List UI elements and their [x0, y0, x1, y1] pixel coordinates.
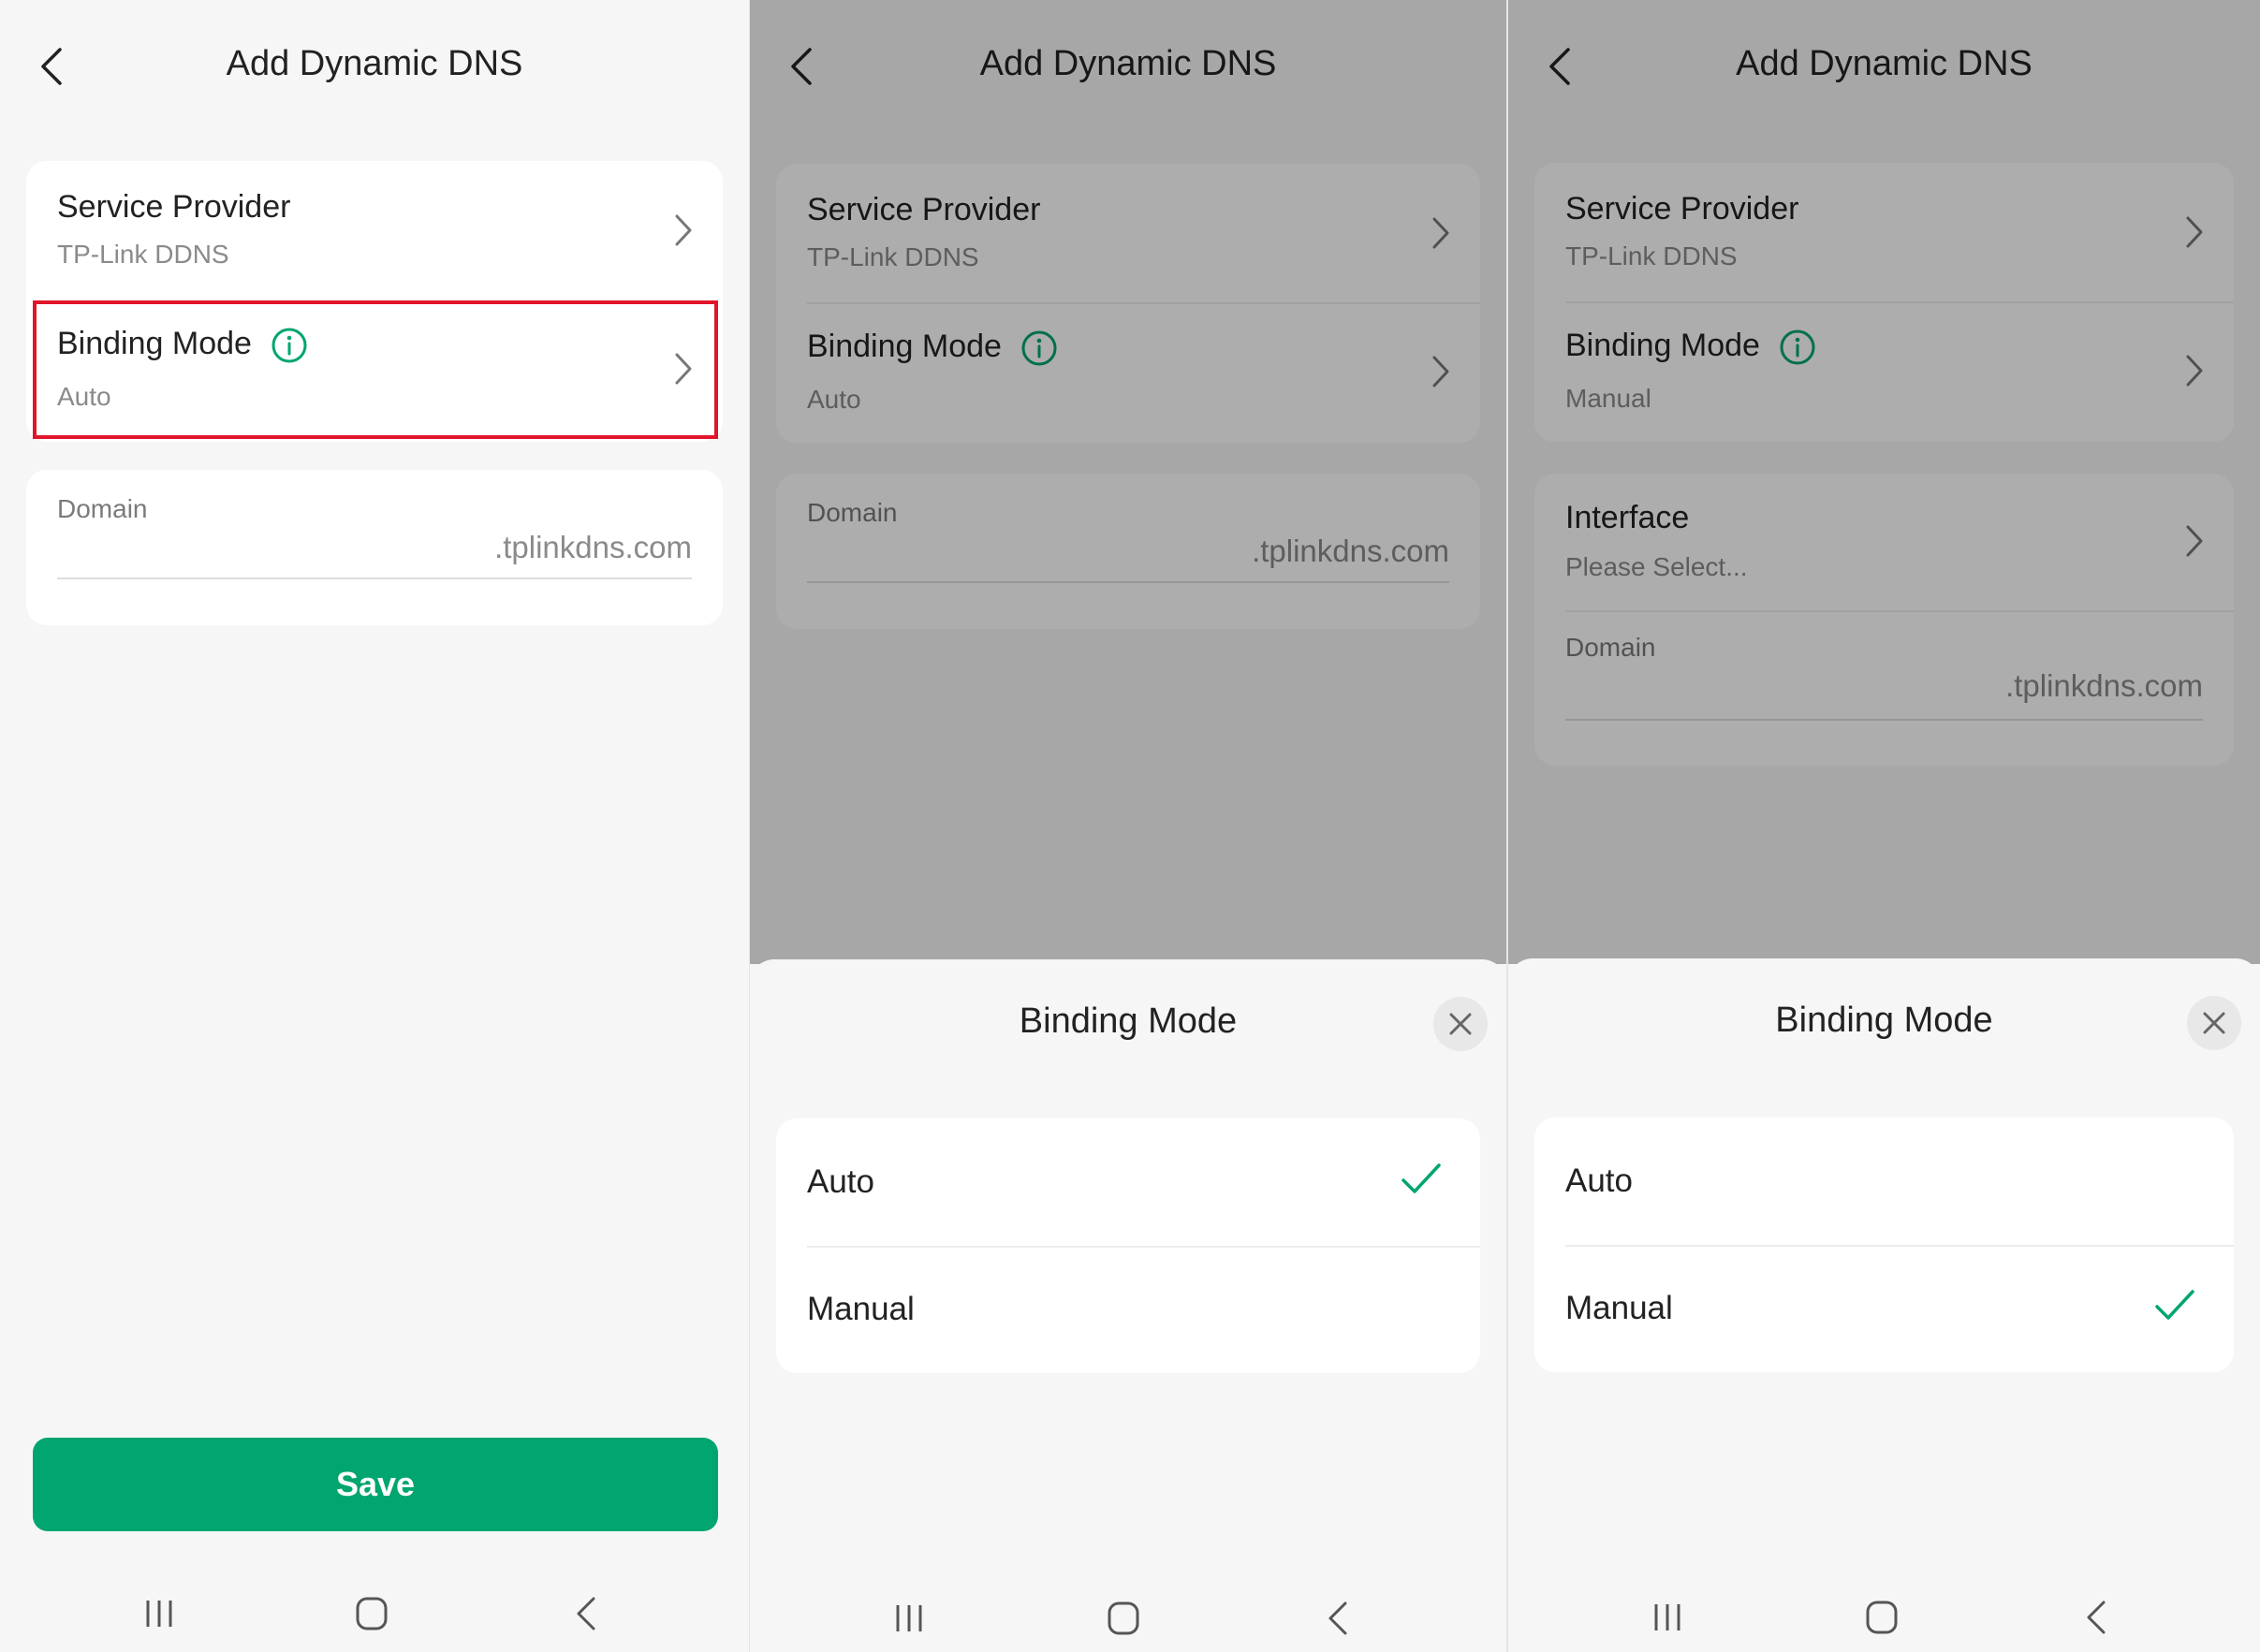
modal-scrim[interactable]: [750, 0, 1506, 964]
option-manual[interactable]: Manual: [776, 1246, 1480, 1373]
domain-label: Domain: [57, 494, 148, 523]
option-manual[interactable]: Manual: [1534, 1245, 2234, 1372]
options-card: Auto Manual: [776, 1118, 1480, 1373]
sheet-title: Binding Mode: [1775, 1001, 1993, 1040]
recent-apps-icon[interactable]: [136, 1593, 183, 1634]
domain-card: Domain .tplinkdns.com: [26, 470, 723, 625]
checkmark-icon: [1401, 1163, 1441, 1193]
domain-suffix[interactable]: .tplinkdns.com: [494, 530, 692, 565]
system-nav-bar: [0, 1582, 749, 1647]
screen-2: Add Dynamic DNS Service Provider TP-Link…: [750, 0, 1506, 1652]
binding-mode-sheet: Binding Mode Auto Manual: [1508, 958, 2260, 1652]
service-provider-row[interactable]: Service Provider TP-Link DDNS: [26, 161, 723, 301]
option-label: Manual: [807, 1291, 915, 1327]
binding-mode-highlight-box: [33, 300, 718, 439]
option-auto[interactable]: Auto: [776, 1118, 1480, 1246]
option-label: Manual: [1565, 1290, 1673, 1326]
system-nav-bar: [1508, 1586, 2260, 1651]
screen-3: Add Dynamic DNS Service Provider TP-Link…: [1508, 0, 2260, 1652]
close-icon[interactable]: [1433, 997, 1488, 1051]
header: Add Dynamic DNS: [0, 33, 749, 98]
option-label: Auto: [1565, 1162, 1633, 1199]
page-title: Add Dynamic DNS: [226, 44, 523, 83]
binding-mode-sheet: Binding Mode Auto Manual: [750, 959, 1506, 1652]
close-icon[interactable]: [2187, 996, 2241, 1050]
recent-apps-icon[interactable]: [886, 1598, 932, 1639]
modal-scrim[interactable]: [1508, 0, 2260, 964]
save-button[interactable]: Save: [33, 1438, 718, 1531]
service-provider-value: TP-Link DDNS: [57, 240, 229, 269]
service-provider-label: Service Provider: [57, 189, 291, 225]
home-icon[interactable]: [348, 1593, 395, 1634]
back-nav-icon[interactable]: [2074, 1597, 2121, 1638]
sheet-title: Binding Mode: [1019, 1001, 1238, 1041]
option-auto[interactable]: Auto: [1534, 1118, 2234, 1245]
chevron-right-icon: [675, 214, 692, 246]
home-icon[interactable]: [1858, 1597, 1905, 1638]
back-nav-icon[interactable]: [564, 1593, 610, 1634]
option-label: Auto: [807, 1163, 874, 1200]
back-nav-icon[interactable]: [1315, 1598, 1362, 1639]
screen-1: Add Dynamic DNS Service Provider TP-Link…: [0, 0, 749, 1652]
checkmark-icon: [2155, 1290, 2194, 1320]
system-nav-bar: [750, 1586, 1506, 1652]
three-screen-composite: Add Dynamic DNS Service Provider TP-Link…: [0, 0, 2260, 1652]
home-icon[interactable]: [1100, 1598, 1147, 1639]
options-card: Auto Manual: [1534, 1118, 2234, 1372]
domain-input-underline: [57, 577, 692, 579]
recent-apps-icon[interactable]: [1644, 1597, 1691, 1638]
